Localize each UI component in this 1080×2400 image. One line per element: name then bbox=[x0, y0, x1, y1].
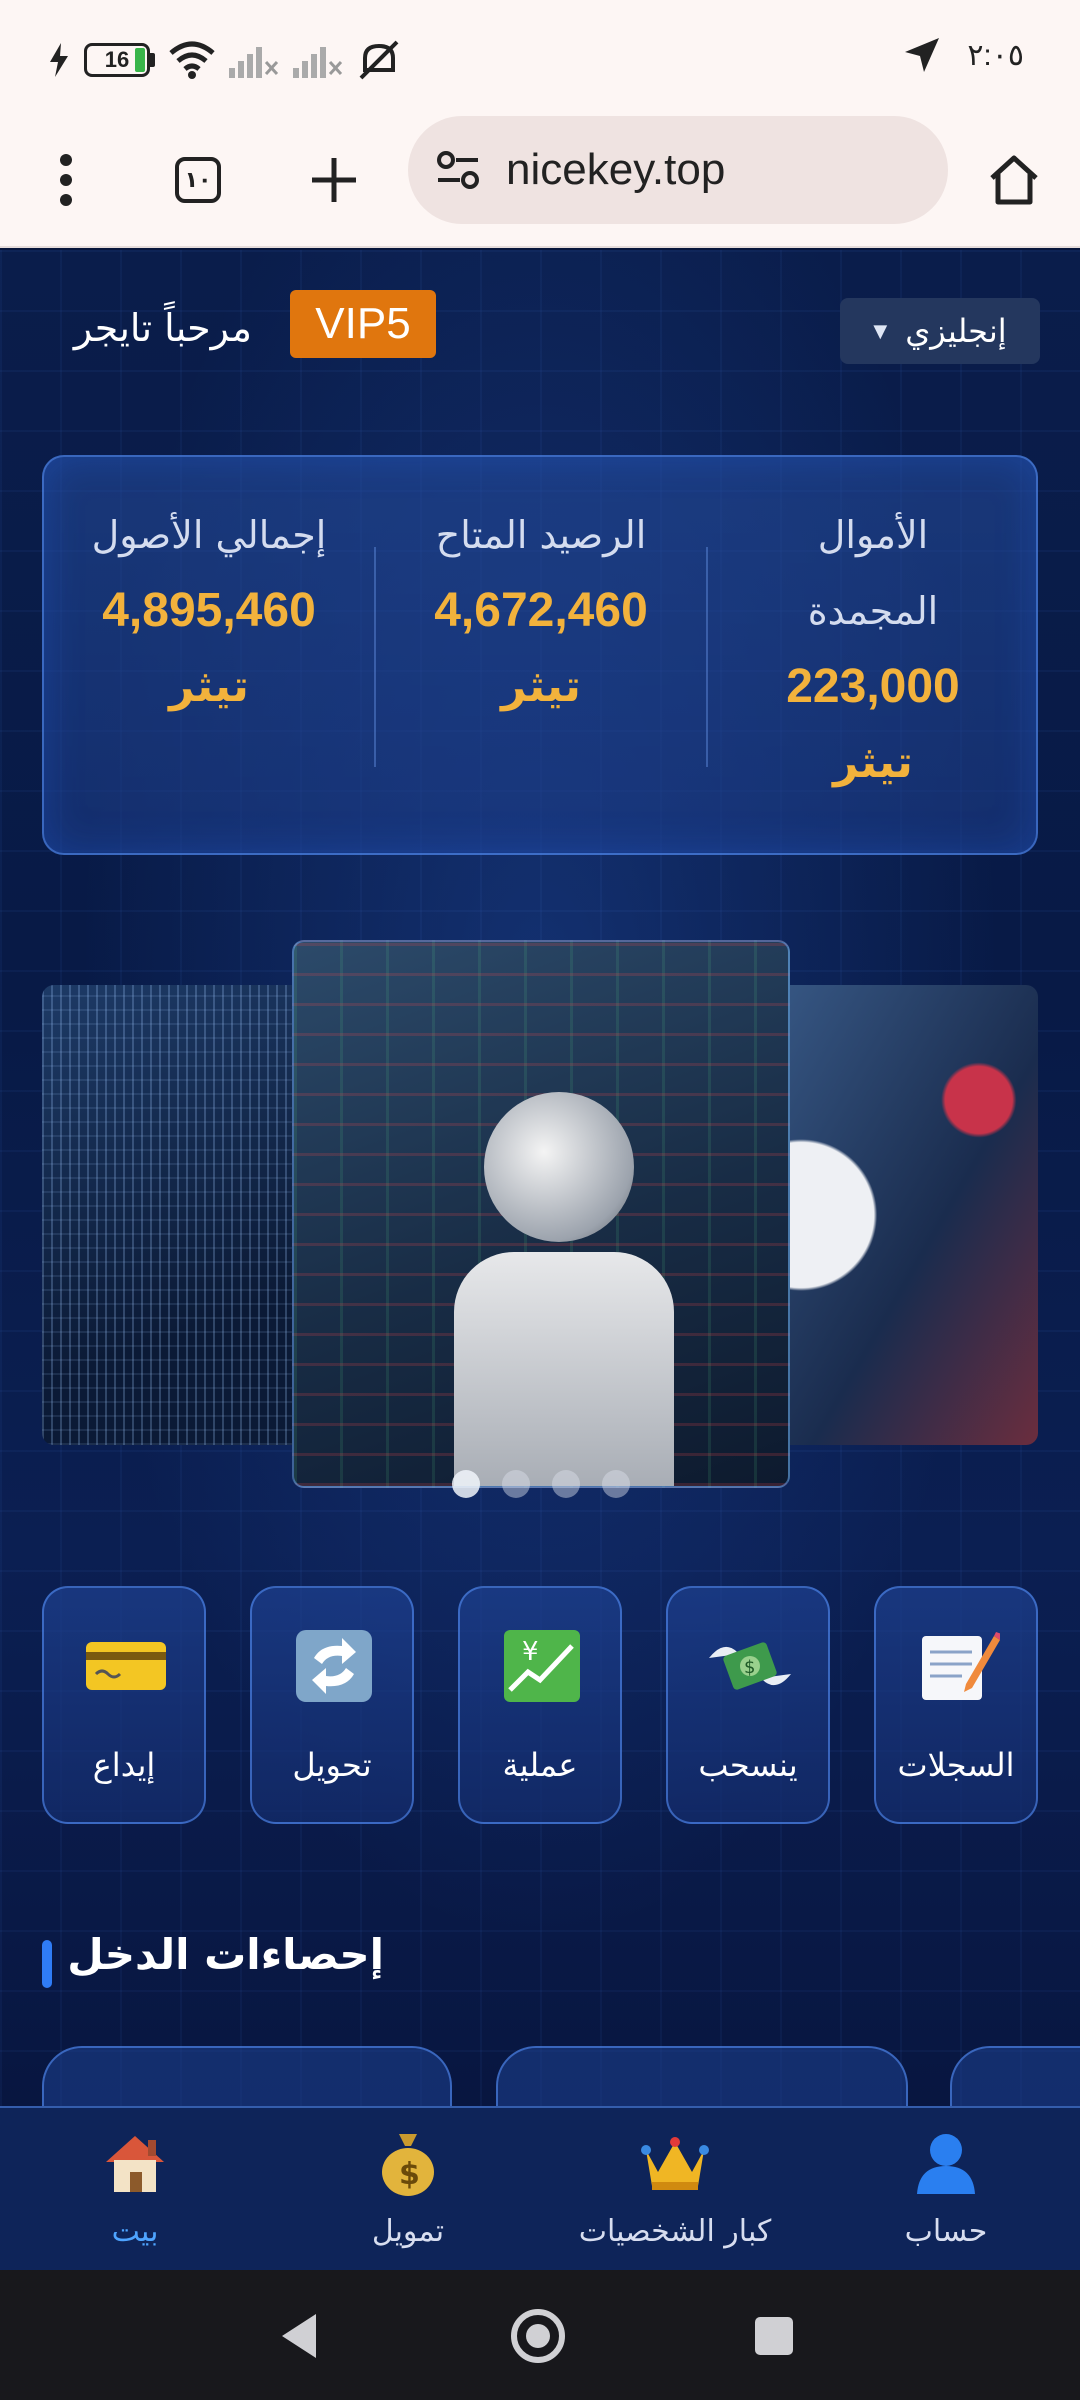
signal-2-icon bbox=[293, 47, 343, 78]
site-settings-icon[interactable] bbox=[436, 150, 480, 190]
robot-image bbox=[454, 1092, 674, 1486]
menu-dots-icon[interactable] bbox=[26, 140, 106, 220]
trade-button[interactable]: ¥ عملية bbox=[458, 1586, 622, 1824]
nav-finance[interactable]: $ تمويل bbox=[298, 2118, 518, 2249]
memo-icon bbox=[908, 1626, 1008, 1706]
carousel-dot[interactable] bbox=[602, 1470, 630, 1498]
withdraw-button[interactable]: $ ينسحب bbox=[666, 1586, 830, 1824]
language-label: إنجليزي bbox=[905, 312, 1007, 350]
crown-icon bbox=[565, 2118, 785, 2208]
total-assets-unit: تيثر bbox=[169, 661, 249, 712]
frozen-funds-unit: تيثر bbox=[833, 737, 913, 788]
home-icon[interactable] bbox=[974, 140, 1054, 220]
total-assets-value: 4,895,460 bbox=[102, 584, 316, 637]
caret-down-icon: ▼ bbox=[873, 320, 888, 342]
svg-text:$: $ bbox=[744, 1657, 755, 1678]
total-assets-label: إجمالي الأصول bbox=[91, 513, 327, 557]
carousel-dots bbox=[452, 1470, 630, 1498]
income-stat-card bbox=[496, 2046, 908, 2108]
charging-icon bbox=[50, 43, 68, 77]
carousel-slide-active[interactable] bbox=[292, 940, 790, 1488]
section-accent-bar bbox=[42, 1940, 52, 1988]
records-label: السجلات bbox=[897, 1746, 1015, 1784]
frozen-funds: الأموال المجمدة 223,000 تيثر bbox=[708, 497, 1038, 801]
available-balance-unit: تيثر bbox=[501, 661, 581, 712]
nav-home-label: بيت bbox=[111, 2214, 159, 2249]
available-balance-value: 4,672,460 bbox=[434, 584, 648, 637]
nav-account-label: حساب bbox=[904, 2214, 988, 2249]
page-content: إنجليزي ▼ VIP5 مرحباً تايجر إجمالي الأصو… bbox=[0, 250, 1080, 2108]
chart-yen-icon: ¥ bbox=[492, 1626, 592, 1706]
nav-vip-label: كبار الشخصيات bbox=[578, 2214, 772, 2249]
quick-actions: إيداع تحويل ¥ عملية $ ينسحب السجلات bbox=[42, 1586, 1038, 1826]
status-bar: 16 ٢:٠٥ bbox=[0, 0, 1080, 118]
status-icons-right: ٢:٠٥ bbox=[903, 36, 1024, 74]
user-icon bbox=[836, 2118, 1056, 2208]
income-stat-card bbox=[950, 2046, 1080, 2108]
records-button[interactable]: السجلات bbox=[874, 1586, 1038, 1824]
mute-icon bbox=[359, 40, 399, 80]
recents-icon[interactable] bbox=[744, 2306, 804, 2366]
frozen-funds-value: 223,000 bbox=[786, 660, 960, 713]
battery-level: 16 bbox=[104, 47, 130, 72]
wifi-icon bbox=[169, 41, 215, 79]
back-icon[interactable] bbox=[270, 2306, 330, 2366]
status-icons-left: 16 bbox=[48, 38, 401, 82]
carousel-dot[interactable] bbox=[502, 1470, 530, 1498]
location-icon bbox=[905, 38, 940, 72]
income-stats-title: إحصاءات الدخل bbox=[67, 1930, 384, 1979]
transfer-button[interactable]: تحويل bbox=[250, 1586, 414, 1824]
exchange-icon bbox=[284, 1626, 384, 1706]
tabs-button[interactable]: ١٠ bbox=[158, 140, 238, 220]
deposit-button[interactable]: إيداع bbox=[42, 1586, 206, 1824]
bottom-navigation: بيت $ تمويل كبار الشخصيات حساب bbox=[0, 2106, 1080, 2270]
battery-icon: 16 bbox=[84, 43, 155, 77]
frozen-funds-label-line2: المجمدة bbox=[807, 589, 939, 633]
system-navigation-bar bbox=[0, 2270, 1080, 2400]
tabs-icon: ١٠ bbox=[175, 157, 221, 203]
carousel-dot[interactable] bbox=[552, 1470, 580, 1498]
house-icon bbox=[25, 2118, 245, 2208]
language-select[interactable]: إنجليزي ▼ bbox=[840, 298, 1040, 364]
nav-vip[interactable]: كبار الشخصيات bbox=[565, 2118, 785, 2249]
withdraw-label: ينسحب bbox=[698, 1746, 798, 1784]
transfer-label: تحويل bbox=[292, 1746, 372, 1784]
signal-1-icon bbox=[229, 47, 279, 78]
money-bag-icon: $ bbox=[298, 2118, 518, 2208]
nav-account[interactable]: حساب bbox=[836, 2118, 1056, 2249]
deposit-label: إيداع bbox=[92, 1746, 156, 1784]
address-bar[interactable]: nicekey.top bbox=[408, 116, 948, 224]
nav-finance-label: تمويل bbox=[371, 2214, 445, 2249]
flying-money-icon: $ bbox=[700, 1626, 800, 1706]
nav-home[interactable]: بيت bbox=[25, 2118, 245, 2249]
svg-text:¥: ¥ bbox=[522, 1637, 539, 1667]
vip-badge: VIP5 bbox=[290, 290, 436, 358]
total-assets: إجمالي الأصول 4,895,460 تيثر bbox=[44, 497, 374, 725]
income-stat-card bbox=[42, 2046, 452, 2108]
new-tab-icon[interactable] bbox=[294, 140, 374, 220]
url-text: nicekey.top bbox=[506, 145, 726, 194]
available-balance-label: الرصيد المتاح bbox=[435, 513, 647, 557]
credit-card-icon bbox=[76, 1626, 176, 1706]
frozen-funds-label-line1: الأموال bbox=[817, 513, 929, 557]
carousel-dot[interactable] bbox=[452, 1470, 480, 1498]
clock: ٢:٠٥ bbox=[967, 38, 1024, 72]
asset-summary-card: إجمالي الأصول 4,895,460 تيثر الرصيد المت… bbox=[42, 455, 1038, 855]
banner-carousel[interactable] bbox=[42, 940, 1038, 1500]
trade-label: عملية bbox=[502, 1746, 578, 1784]
available-balance: الرصيد المتاح 4,672,460 تيثر bbox=[376, 497, 706, 725]
welcome-text: مرحباً تايجر bbox=[73, 306, 252, 350]
home-button-icon[interactable] bbox=[508, 2306, 568, 2366]
tab-count: ١٠ bbox=[184, 167, 212, 193]
svg-text:$: $ bbox=[399, 2157, 420, 2192]
